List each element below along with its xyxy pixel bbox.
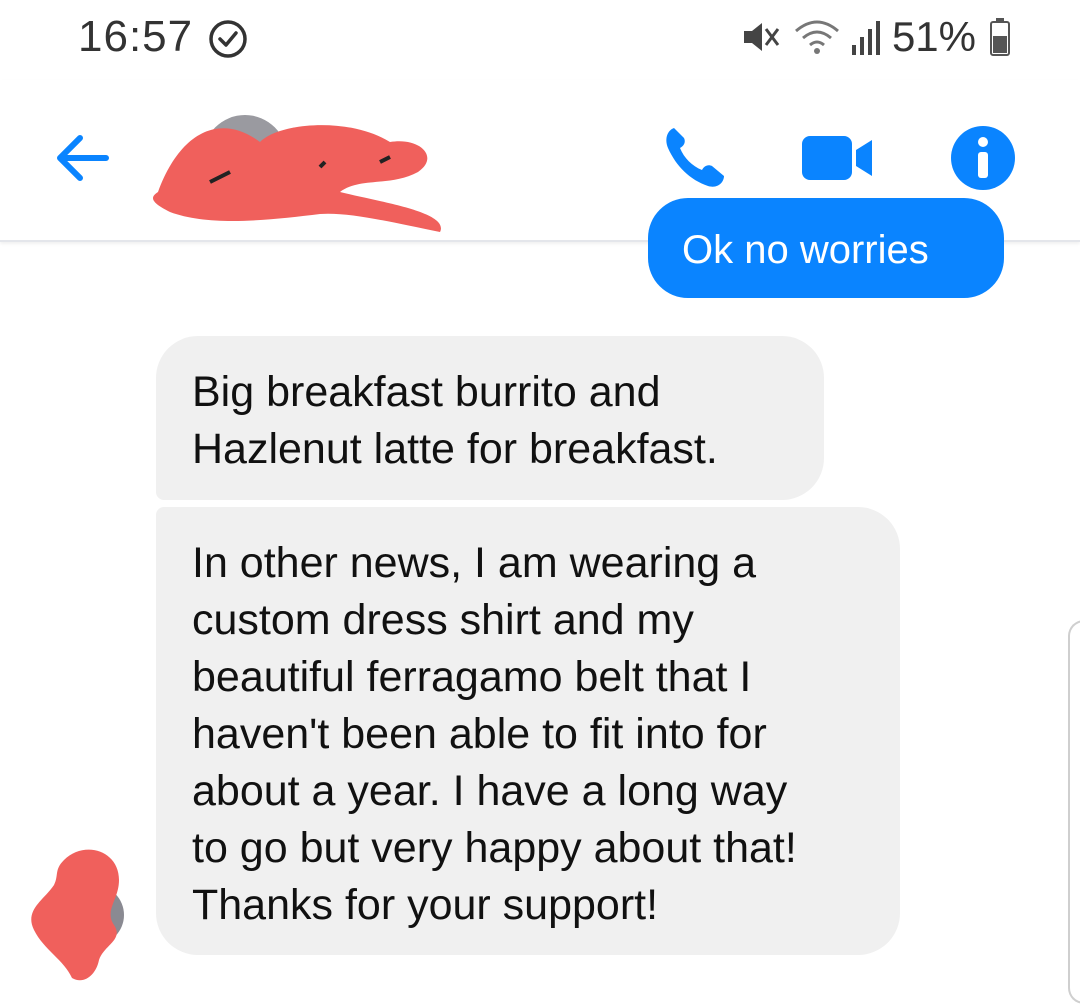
sent-message-text: Ok no worries [682, 228, 929, 272]
message-line: Hazlenut latte for breakfast. [192, 425, 718, 473]
phone-icon[interactable] [660, 122, 730, 192]
message-line: about a year. I have a long way [192, 767, 788, 815]
message-line: haven't been able to fit into for [192, 710, 767, 758]
received-message-bubble[interactable]: In other news, I am wearing a custom dre… [156, 507, 900, 955]
message-line: custom dress shirt and my [192, 596, 694, 644]
arrow-left-icon[interactable] [48, 128, 118, 188]
redacted-contact-name[interactable] [150, 102, 450, 242]
mute-vibrate-icon [743, 23, 780, 51]
message-line: In other news, I am wearing a [192, 539, 757, 587]
received-message-bubble[interactable]: Big breakfast burrito and Hazlenut latte… [156, 336, 824, 500]
message-line: beautiful ferragamo belt that I [192, 653, 752, 701]
wifi-icon [794, 20, 839, 54]
message-line: to go but very happy about that! [192, 824, 797, 872]
redacted-sender-avatar[interactable] [24, 840, 134, 985]
status-time: 16:57 [78, 12, 194, 61]
alarm-check-icon [209, 20, 247, 58]
scroll-handle[interactable] [1068, 620, 1080, 1004]
battery-percent: 51% [891, 13, 976, 60]
message-line: Thanks for your support! [192, 881, 659, 929]
battery-icon [990, 18, 1010, 56]
video-camera-icon[interactable] [800, 128, 880, 188]
signal-icon [851, 21, 880, 55]
status-indicators: 51% [740, 12, 1010, 62]
status-bar: 16:57 51% [0, 0, 1080, 75]
message-line: Big breakfast burrito and [192, 368, 661, 416]
sent-message-bubble[interactable]: Ok no worries [648, 198, 1004, 298]
info-icon[interactable] [950, 125, 1016, 191]
